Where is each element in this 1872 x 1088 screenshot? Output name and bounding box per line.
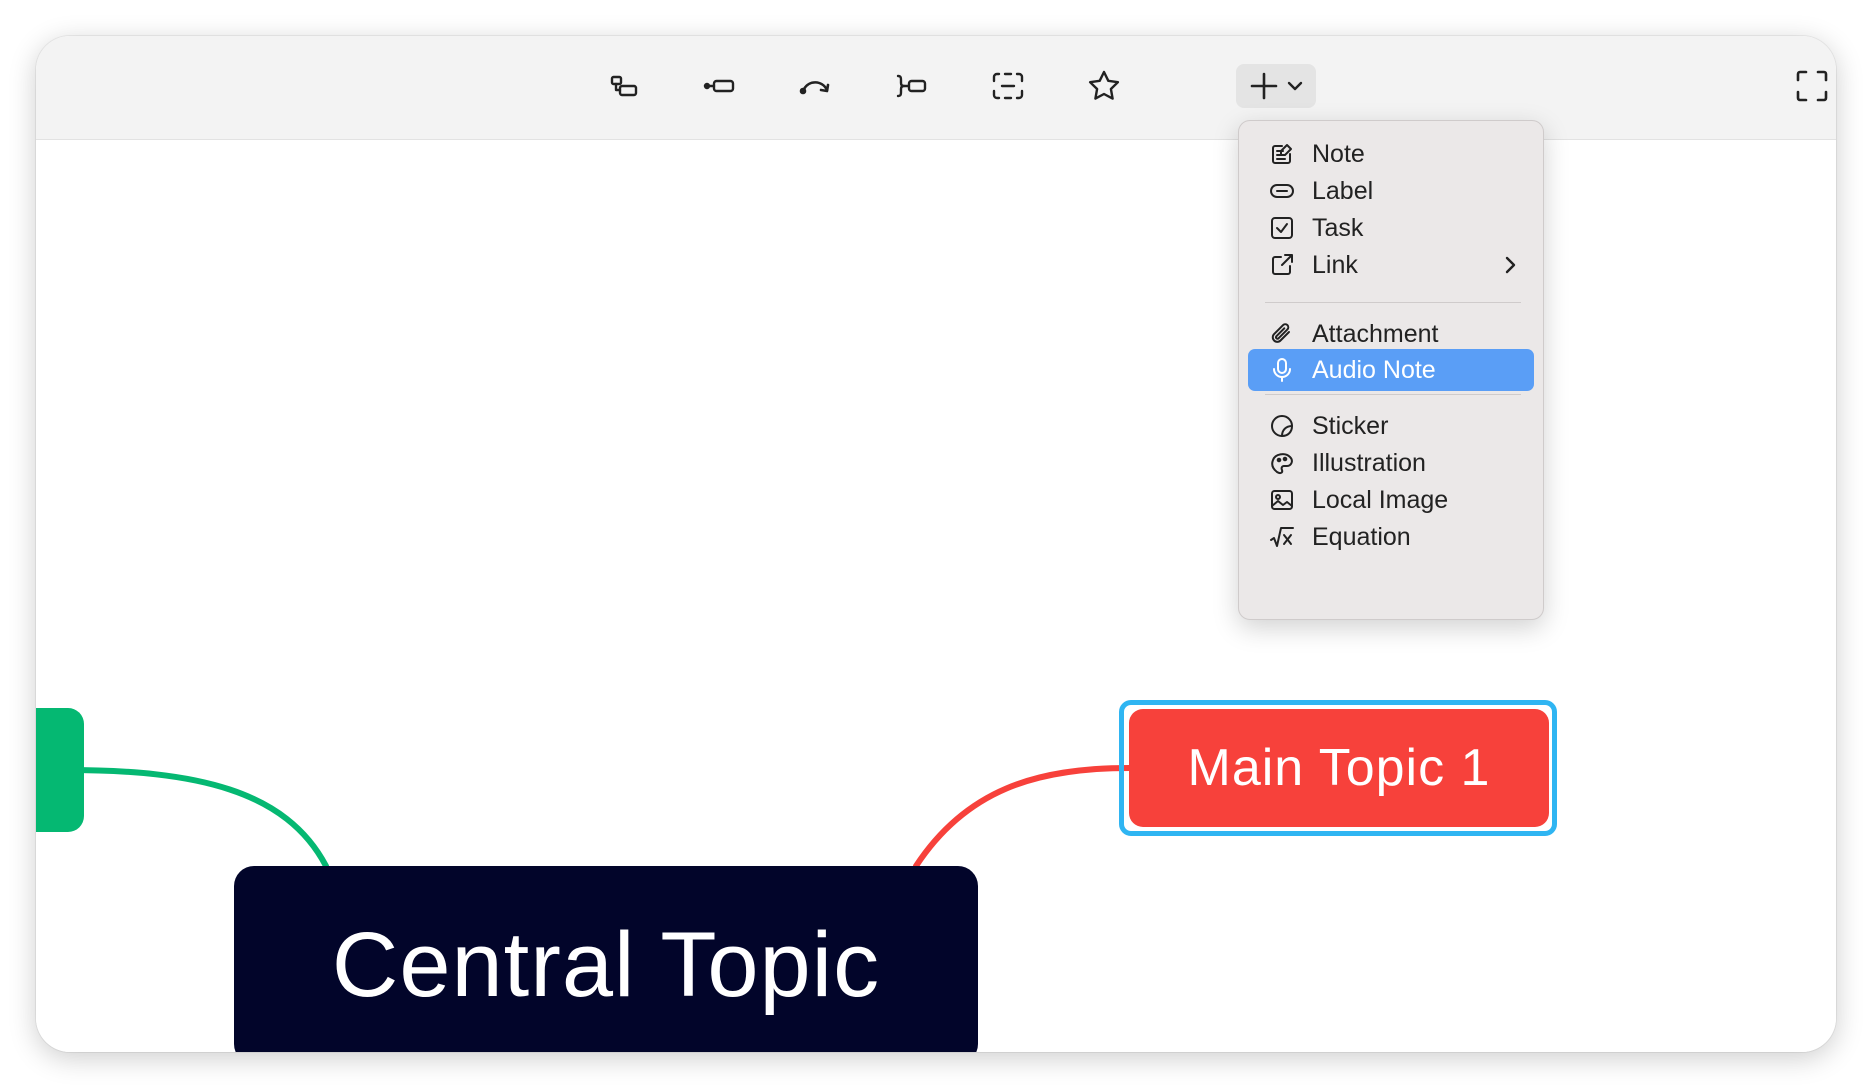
app-window: Central Topic Main Topic 1 Note Label Ta… [36, 36, 1836, 1052]
menu-item-note[interactable]: Note [1248, 133, 1534, 175]
topic-icon [703, 79, 735, 93]
task-icon [1268, 214, 1296, 242]
menu-item-sticker[interactable]: Sticker [1248, 405, 1534, 447]
main-topic-1[interactable]: Main Topic 1 [1129, 709, 1549, 827]
equation-icon [1268, 523, 1296, 551]
menu-item-illustration[interactable]: Illustration [1248, 442, 1534, 484]
chevron-right-icon [1505, 256, 1516, 274]
menu-item-label: Illustration [1312, 448, 1426, 477]
note-icon [1268, 140, 1296, 168]
menu-item-label: Attachment [1312, 319, 1439, 348]
menu-item-label-text: Label [1312, 176, 1374, 205]
image-icon [1268, 486, 1296, 514]
mind-map-canvas[interactable]: Central Topic Main Topic 1 [36, 140, 1836, 1052]
menu-separator [1265, 394, 1521, 395]
subtopic-button[interactable] [600, 64, 648, 108]
menu-item-link[interactable]: Link [1248, 244, 1534, 286]
menu-item-audio-note[interactable]: Audio Note [1248, 349, 1534, 391]
paperclip-icon [1268, 320, 1296, 348]
boundary-button[interactable] [984, 64, 1032, 108]
relationship-icon [799, 81, 830, 95]
menu-item-label: Note [1312, 139, 1365, 168]
chevron-down-icon [1287, 81, 1303, 91]
menu-item-task[interactable]: Task [1248, 207, 1534, 249]
menu-item-label: Audio Note [1312, 355, 1436, 384]
red-branch-line [913, 765, 1132, 869]
illustration-icon [1268, 449, 1296, 477]
menu-item-equation[interactable]: Equation [1248, 516, 1534, 558]
star-icon [1088, 70, 1120, 100]
menu-item-label: Equation [1312, 522, 1411, 551]
insert-menu: Note Label Task Link Attachment Audio No… [1238, 120, 1544, 620]
green-topic-node[interactable] [36, 708, 84, 832]
green-branch-line [63, 767, 329, 869]
central-topic[interactable]: Central Topic [234, 866, 978, 1052]
insert-button[interactable] [1236, 64, 1316, 108]
subtopic-icon [610, 75, 638, 97]
sticker-icon [1268, 412, 1296, 440]
menu-item-label: Link [1312, 250, 1358, 279]
menu-item-label: Sticker [1312, 411, 1389, 440]
menu-item-label[interactable]: Label [1248, 170, 1534, 212]
marker-button[interactable] [1080, 64, 1128, 108]
link-icon [1268, 251, 1296, 279]
toolbar [36, 36, 1836, 140]
summary-icon [896, 74, 927, 98]
plus-icon [1250, 72, 1278, 100]
label-icon [1268, 177, 1296, 205]
microphone-icon [1268, 356, 1296, 384]
boundary-icon [992, 72, 1024, 100]
summary-button[interactable] [888, 64, 936, 108]
relationship-button[interactable] [792, 64, 840, 108]
fullscreen-icon[interactable] [1794, 68, 1830, 104]
menu-item-label: Local Image [1312, 485, 1449, 514]
menu-item-label: Task [1312, 213, 1364, 242]
menu-separator [1265, 302, 1521, 303]
menu-item-local-image[interactable]: Local Image [1248, 479, 1534, 521]
topic-button[interactable] [696, 64, 744, 108]
